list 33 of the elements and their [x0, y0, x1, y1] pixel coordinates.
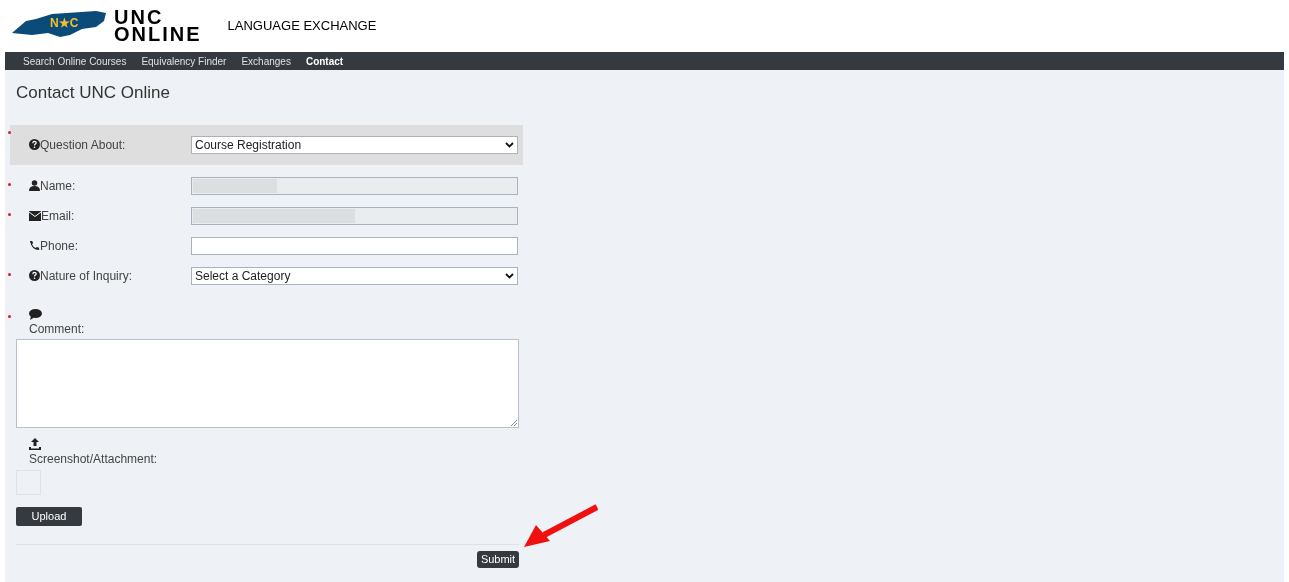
field-label: Name:	[40, 177, 76, 195]
nav-link[interactable]: Contact	[305, 53, 344, 69]
field-label: Nature of Inquiry:	[40, 267, 133, 285]
select-value: Course Registration	[195, 136, 302, 154]
field-label: Question About:	[40, 136, 126, 154]
resize-handle-icon	[510, 418, 517, 426]
field-label: Email:	[41, 207, 75, 225]
upload-icon	[29, 437, 41, 450]
select-value: Select a Category	[195, 267, 291, 285]
brand-name: ONLINE	[114, 26, 202, 43]
field-label: Screenshot/Attachment:	[29, 450, 159, 468]
comment-box[interactable]	[16, 338, 519, 428]
field-label: Comment:	[29, 320, 86, 338]
site-title: LANGUAGE EXCHANGE	[227, 17, 377, 36]
select-field[interactable]: Course Registration	[191, 135, 518, 154]
envelope-icon	[29, 210, 41, 221]
submit-button[interactable]: Submit	[477, 550, 519, 568]
comment-icon	[29, 308, 42, 320]
field-label: Phone:	[40, 237, 79, 255]
caret-icon	[505, 141, 514, 148]
page-title: Contact UNC Online	[16, 82, 171, 104]
select-field[interactable]: Select a Category	[191, 266, 518, 285]
phone-icon	[29, 240, 40, 251]
brand-name: UNC	[114, 9, 164, 26]
nav-link[interactable]: Exchanges	[241, 53, 291, 69]
question-icon	[29, 270, 40, 281]
caret-icon	[505, 272, 514, 279]
nav-link[interactable]: Search Online Courses	[23, 53, 127, 69]
input-field[interactable]	[191, 236, 518, 255]
nav-link[interactable]: Equivalency Finder	[141, 53, 227, 69]
upload-button[interactable]: Upload	[16, 506, 82, 526]
user-icon	[29, 180, 40, 191]
question-icon	[29, 139, 40, 150]
